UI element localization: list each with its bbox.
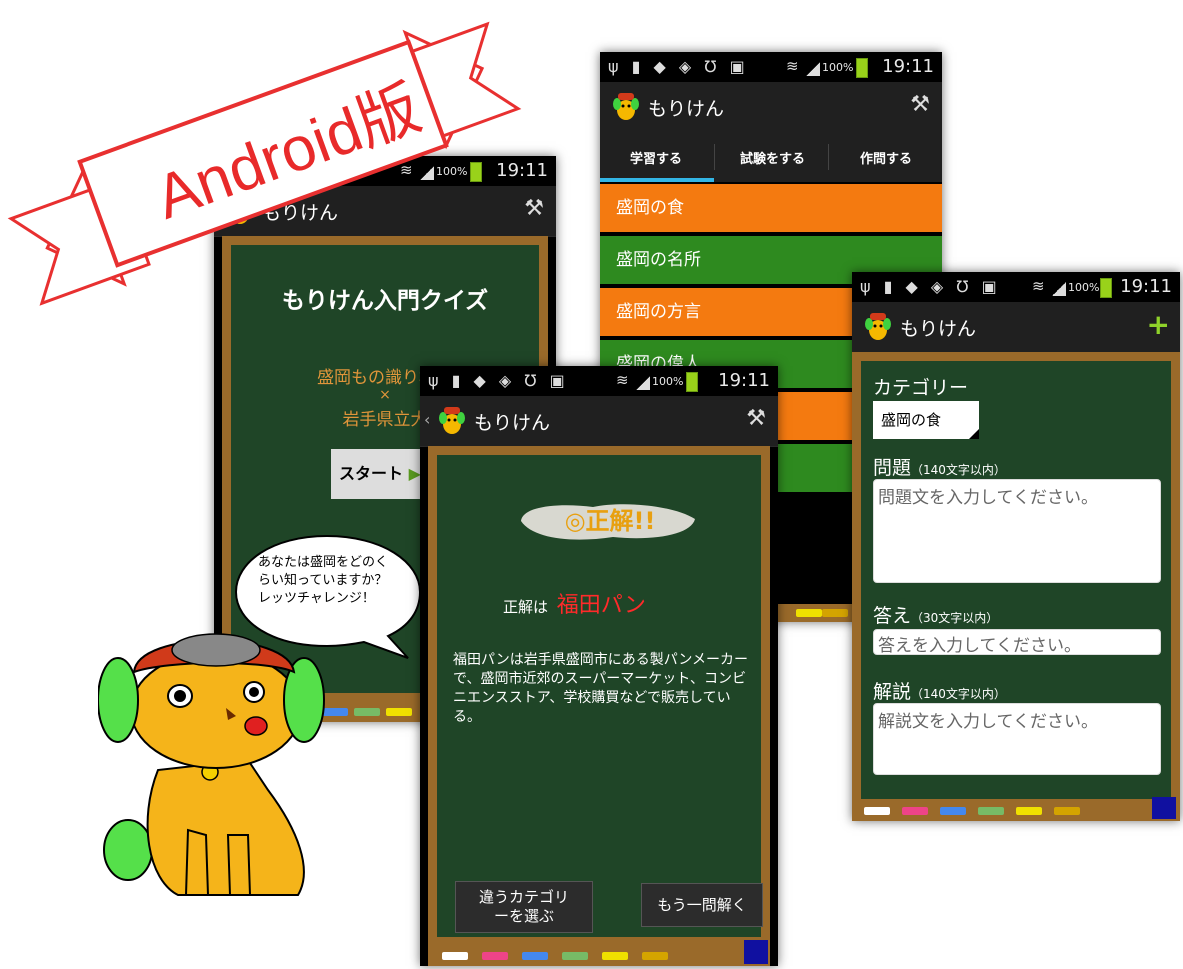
explanation-limit: （140文字以内） xyxy=(911,687,1006,701)
chalk xyxy=(822,609,848,617)
status-time: 19:11 xyxy=(1120,276,1172,297)
category-item[interactable]: 盛岡の食 xyxy=(600,184,942,232)
answer-prefix: 正解は xyxy=(503,598,549,616)
chalk xyxy=(562,952,588,960)
chalkboard: カテゴリー 盛岡の食 問題（140文字以内） 問題文を入力してください。 答え（… xyxy=(852,352,1180,821)
chalk xyxy=(602,952,628,960)
notification-icons: ψ ▮ ◆ ◈ ℧ ▣ xyxy=(860,277,1001,296)
chalk-tray xyxy=(852,797,1180,821)
status-time: 19:11 xyxy=(718,370,770,391)
category-label: カテゴリー xyxy=(873,377,969,399)
app-logo-icon xyxy=(865,313,891,340)
category-selector[interactable]: 盛岡の食 xyxy=(873,401,979,439)
chalk xyxy=(796,609,822,617)
app-title: もりけん xyxy=(474,412,551,434)
signal-icon xyxy=(1052,282,1066,296)
answer-input[interactable]: 答えを入力してください。 xyxy=(873,629,1161,656)
tab-indicator xyxy=(600,178,714,182)
wifi-icon: ≋ xyxy=(1032,277,1045,295)
wifi-icon: ≋ xyxy=(616,371,629,389)
explanation-text: 福田パンは岩手県盛岡市にある製パンメーカーで、盛岡市近郊のスーパーマーケット、コ… xyxy=(453,652,748,725)
chalk xyxy=(1054,807,1080,815)
question-label: 問題（140文字以内） xyxy=(873,457,1006,479)
another-question-button[interactable]: もう一問解く xyxy=(641,883,763,927)
question-limit: （140文字以内） xyxy=(911,463,1006,477)
action-bar: もりけん ⚒ xyxy=(600,82,942,133)
chalk xyxy=(864,807,890,815)
add-plus-icon[interactable]: + xyxy=(1147,308,1170,341)
chalk xyxy=(386,708,412,716)
chalk xyxy=(978,807,1004,815)
chalk xyxy=(1016,807,1042,815)
app-logo-icon xyxy=(439,407,465,434)
dropdown-corner-icon xyxy=(969,429,979,439)
tab-exam[interactable]: 試験をする xyxy=(740,148,805,167)
status-bar: ψ ▮ ◆ ◈ ℧ ▣ ≋ 100% 19:11 xyxy=(600,52,942,82)
explanation-label: 解説（140文字以内） xyxy=(873,681,1006,703)
answer-text: 福田パン xyxy=(556,593,646,618)
settings-wrench-icon[interactable]: ⚒ xyxy=(746,406,766,431)
answer-label: 答え（30文字以内） xyxy=(873,605,999,627)
chalk-tray xyxy=(428,940,770,966)
mascot-dog-illustration xyxy=(98,633,325,896)
answer-limit: （30文字以内） xyxy=(911,611,999,625)
notification-icons: ψ ▮ ◆ ◈ ℧ ▣ xyxy=(428,371,569,390)
wifi-icon: ≋ xyxy=(786,57,799,75)
action-bar: もりけん + xyxy=(852,302,1180,353)
explanation-textarea[interactable]: 解説文を入力してください。 xyxy=(873,703,1161,775)
correct-banner-text: ◎正解!! xyxy=(564,507,656,535)
signal-icon xyxy=(806,62,820,76)
question-textarea[interactable]: 問題文を入力してください。 xyxy=(873,479,1161,583)
chalk xyxy=(482,952,508,960)
speech-bubble-text: あなたは盛岡をどのくらい知っていますか？レッツチャレンジ！ xyxy=(258,555,389,606)
signal-icon xyxy=(636,376,650,390)
action-bar: ‹ もりけん ⚒ xyxy=(420,396,778,447)
start-button-label: スタート xyxy=(339,464,404,483)
phone-result: ψ ▮ ◆ ◈ ℧ ▣ ≋ 100% 19:11 ‹ もりけん ⚒ ◎正解!! … xyxy=(420,366,778,966)
app-logo-icon xyxy=(613,93,639,120)
chalk xyxy=(442,952,468,960)
tab-study[interactable]: 学習する xyxy=(630,148,682,167)
category-selected-value: 盛岡の食 xyxy=(881,411,942,429)
chalk xyxy=(642,952,668,960)
battery-percent: 100% xyxy=(652,375,684,388)
back-caret-icon[interactable]: ‹ xyxy=(424,410,430,429)
tab-bar: 学習する 試験をする 作問する xyxy=(600,132,942,182)
status-time: 19:11 xyxy=(882,56,934,77)
battery-icon xyxy=(856,58,868,78)
chalkboard: ◎正解!! 正解は 福田パン 福田パンは岩手県盛岡市にある製パンメーカーで、盛岡… xyxy=(428,446,770,946)
app-title: もりけん xyxy=(648,98,725,120)
tab-divider xyxy=(828,144,829,170)
chalk xyxy=(940,807,966,815)
battery-icon xyxy=(1100,278,1112,298)
phone-create-question: ψ ▮ ◆ ◈ ℧ ▣ ≋ 100% 19:11 もりけん + カテゴリー 盛岡… xyxy=(852,272,1180,821)
eraser xyxy=(744,940,768,964)
answer-line: 正解は 福田パン xyxy=(503,587,646,619)
chalk xyxy=(522,952,548,960)
status-bar: ψ ▮ ◆ ◈ ℧ ▣ ≋ 100% 19:11 xyxy=(420,366,778,396)
other-category-button[interactable]: 違うカテゴリーを選ぶ xyxy=(455,881,593,933)
settings-wrench-icon[interactable]: ⚒ xyxy=(910,92,930,117)
battery-icon xyxy=(686,372,698,392)
status-bar: ψ ▮ ◆ ◈ ℧ ▣ ≋ 100% 19:11 xyxy=(852,272,1180,302)
app-title: もりけん xyxy=(900,318,977,340)
tab-divider xyxy=(714,144,715,170)
tab-create[interactable]: 作問する xyxy=(860,148,912,167)
notification-icons: ψ ▮ ◆ ◈ ℧ ▣ xyxy=(608,57,749,76)
eraser xyxy=(1152,797,1176,819)
battery-percent: 100% xyxy=(822,61,854,74)
battery-percent: 100% xyxy=(1068,281,1100,294)
chalk xyxy=(902,807,928,815)
